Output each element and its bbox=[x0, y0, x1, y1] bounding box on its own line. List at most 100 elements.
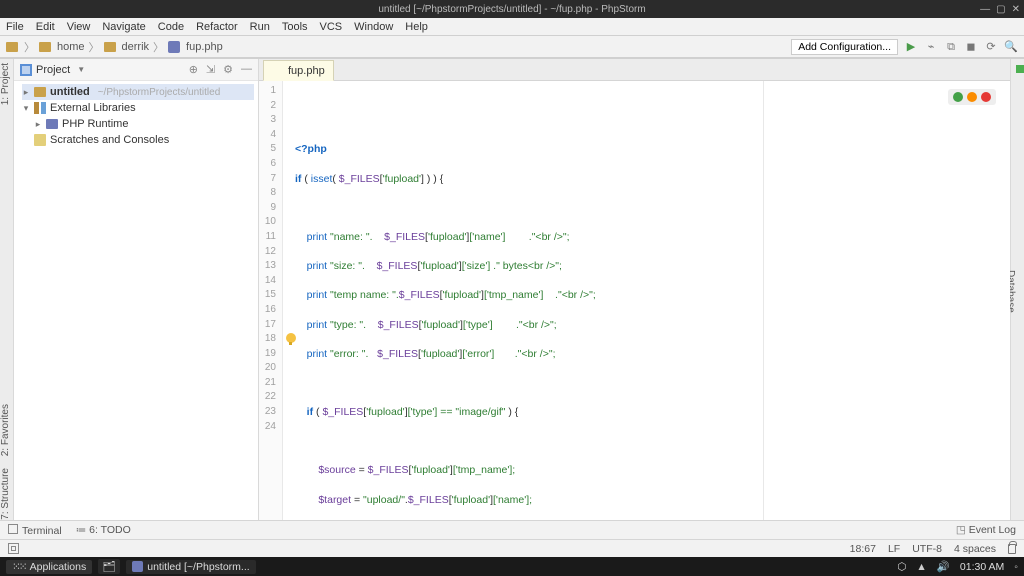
editor-area: fup.php 1 2 3 4 5 6 7 8 9 10 11 12 13 14… bbox=[259, 59, 1010, 520]
line-number: 7 bbox=[263, 172, 276, 187]
menu-help[interactable]: Help bbox=[399, 21, 434, 33]
search-icon[interactable]: 🔍 bbox=[1004, 40, 1018, 54]
code-token: ['name'] bbox=[469, 231, 505, 243]
menu-code[interactable]: Code bbox=[152, 21, 190, 33]
add-configuration-button[interactable]: Add Configuration... bbox=[791, 39, 898, 55]
line-number: 10 bbox=[263, 215, 276, 230]
tool-tab-todo[interactable]: ≔ 6: TODO bbox=[76, 524, 131, 536]
breadcrumb: 〉 home〉 derrik〉 fup.php bbox=[6, 39, 223, 55]
status-encoding[interactable]: UTF-8 bbox=[912, 543, 942, 555]
code-token: $_FILES bbox=[399, 289, 440, 301]
scratches-icon bbox=[34, 134, 46, 146]
project-view-icon bbox=[20, 64, 32, 76]
tool-tab-favorites[interactable]: 2: Favorites bbox=[0, 404, 13, 456]
line-number: 8 bbox=[263, 186, 276, 201]
window-title: untitled [~/PhpstormProjects/untitled] -… bbox=[378, 4, 645, 15]
expand-arrow-icon[interactable]: ▸ bbox=[22, 87, 30, 98]
line-number: 18 bbox=[263, 332, 276, 347]
tree-root[interactable]: ▸ untitled ~/PhpstormProjects/untitled bbox=[22, 84, 254, 100]
intention-bulb-icon[interactable] bbox=[286, 333, 296, 343]
coverage-icon[interactable]: ⧉ bbox=[944, 40, 958, 54]
tree-php-runtime[interactable]: ▸ PHP Runtime bbox=[22, 116, 254, 132]
menu-window[interactable]: Window bbox=[348, 21, 399, 33]
update-icon[interactable]: ⟳ bbox=[984, 40, 998, 54]
code-token: ) { bbox=[505, 406, 518, 418]
volume-tray-icon[interactable]: 🔊 bbox=[937, 560, 950, 573]
menu-tools[interactable]: Tools bbox=[276, 21, 314, 33]
code-token: $_FILES bbox=[378, 319, 419, 331]
settings-gear-icon[interactable]: ⚙ bbox=[223, 63, 233, 76]
status-indent[interactable]: 4 spaces bbox=[954, 543, 996, 555]
code-token: $_FILES bbox=[377, 348, 418, 360]
project-view-label[interactable]: Project bbox=[36, 64, 70, 76]
left-tool-strip: 1: Project 2: Favorites 7: Structure bbox=[0, 59, 14, 520]
chrome-icon[interactable] bbox=[953, 92, 963, 102]
tool-tab-project[interactable]: 1: Project bbox=[0, 63, 13, 105]
applications-menu[interactable]: ⁙⁙Applications bbox=[6, 560, 92, 574]
folder-icon bbox=[34, 87, 46, 97]
menu-run[interactable]: Run bbox=[244, 21, 276, 33]
php-file-icon bbox=[168, 41, 180, 53]
open-in-browser-popup bbox=[948, 89, 996, 105]
project-tree: ▸ untitled ~/PhpstormProjects/untitled ▾… bbox=[14, 81, 258, 151]
maximize-button[interactable]: ▢ bbox=[996, 4, 1005, 15]
stop-icon[interactable]: ◼ bbox=[964, 40, 978, 54]
code-token: $_FILES bbox=[339, 173, 380, 185]
code-token: "image/gif" bbox=[455, 406, 505, 418]
event-log-button[interactable]: ◳ Event Log bbox=[956, 524, 1016, 536]
taskbar-file-manager[interactable]: 🗂 bbox=[98, 559, 120, 574]
editor-tab-fup[interactable]: fup.php bbox=[263, 60, 334, 81]
minimize-button[interactable]: — bbox=[980, 4, 990, 15]
menu-file[interactable]: File bbox=[0, 21, 30, 33]
network-tray-icon[interactable]: ▲ bbox=[916, 561, 926, 573]
code-token: <?php bbox=[295, 143, 327, 155]
tool-tab-terminal[interactable]: Terminal bbox=[8, 524, 62, 537]
status-position[interactable]: 18:67 bbox=[850, 543, 876, 555]
menu-view[interactable]: View bbox=[61, 21, 97, 33]
right-tool-strip: Database bbox=[1010, 59, 1024, 520]
breadcrumb-home[interactable]: home bbox=[57, 41, 85, 53]
tool-windows-toggle-icon[interactable] bbox=[8, 543, 19, 554]
menu-refactor[interactable]: Refactor bbox=[190, 21, 244, 33]
inspection-indicator[interactable] bbox=[1016, 65, 1024, 73]
event-log-label: Event Log bbox=[969, 524, 1016, 536]
run-icon[interactable]: ▶ bbox=[904, 40, 918, 54]
tree-external-libraries[interactable]: ▾ External Libraries bbox=[22, 100, 254, 116]
user-tray-icon[interactable]: ◦ bbox=[1014, 561, 1018, 573]
line-number: 24 bbox=[263, 420, 276, 435]
firefox-icon[interactable] bbox=[967, 92, 977, 102]
menu-vcs[interactable]: VCS bbox=[314, 21, 349, 33]
breadcrumb-user[interactable]: derrik bbox=[122, 41, 150, 53]
titlebar: untitled [~/PhpstormProjects/untitled] -… bbox=[0, 0, 1024, 18]
code-token: $_FILES bbox=[368, 464, 409, 476]
expand-arrow-icon[interactable]: ▾ bbox=[22, 103, 30, 114]
chevron-down-icon[interactable]: ▼ bbox=[77, 65, 85, 74]
hide-panel-icon[interactable]: — bbox=[241, 63, 252, 76]
navigation-bar: 〉 home〉 derrik〉 fup.php Add Configuratio… bbox=[0, 36, 1024, 58]
breadcrumb-file[interactable]: fup.php bbox=[186, 41, 223, 53]
readonly-lock-icon[interactable] bbox=[1008, 544, 1016, 554]
tree-scratches[interactable]: Scratches and Consoles bbox=[22, 132, 254, 148]
line-gutter: 1 2 3 4 5 6 7 8 9 10 11 12 13 14 15 16 1… bbox=[259, 81, 283, 520]
close-button[interactable]: ✕ bbox=[1012, 4, 1020, 15]
code-token: ['tmp_name']; bbox=[453, 464, 515, 476]
menu-edit[interactable]: Edit bbox=[30, 21, 61, 33]
taskbar-phpstorm[interactable]: untitled [~/Phpstorm... bbox=[126, 560, 255, 574]
expand-arrow-icon[interactable]: ▸ bbox=[34, 119, 42, 130]
select-opened-file-icon[interactable]: ⊕ bbox=[189, 63, 198, 76]
folder-icon bbox=[6, 42, 18, 52]
debug-icon[interactable]: ⌁ bbox=[924, 40, 938, 54]
libraries-icon bbox=[34, 102, 46, 114]
menu-navigate[interactable]: Navigate bbox=[96, 21, 151, 33]
collapse-all-icon[interactable]: ⇲ bbox=[206, 63, 215, 76]
code-token: $target bbox=[318, 494, 351, 506]
taskbar-clock[interactable]: 01:30 AM bbox=[960, 561, 1004, 573]
editor[interactable]: 1 2 3 4 5 6 7 8 9 10 11 12 13 14 15 16 1… bbox=[259, 81, 1010, 520]
status-line-ending[interactable]: LF bbox=[888, 543, 900, 555]
php-file-icon bbox=[272, 65, 283, 76]
code-area[interactable]: <?php if ( isset( $_FILES['fupload'] ) )… bbox=[283, 81, 1010, 520]
code-token: ] ) ) { bbox=[421, 173, 443, 185]
tool-tab-structure[interactable]: 7: Structure bbox=[0, 468, 13, 520]
dropbox-tray-icon[interactable]: ⬡ bbox=[897, 561, 906, 573]
opera-icon[interactable] bbox=[981, 92, 991, 102]
